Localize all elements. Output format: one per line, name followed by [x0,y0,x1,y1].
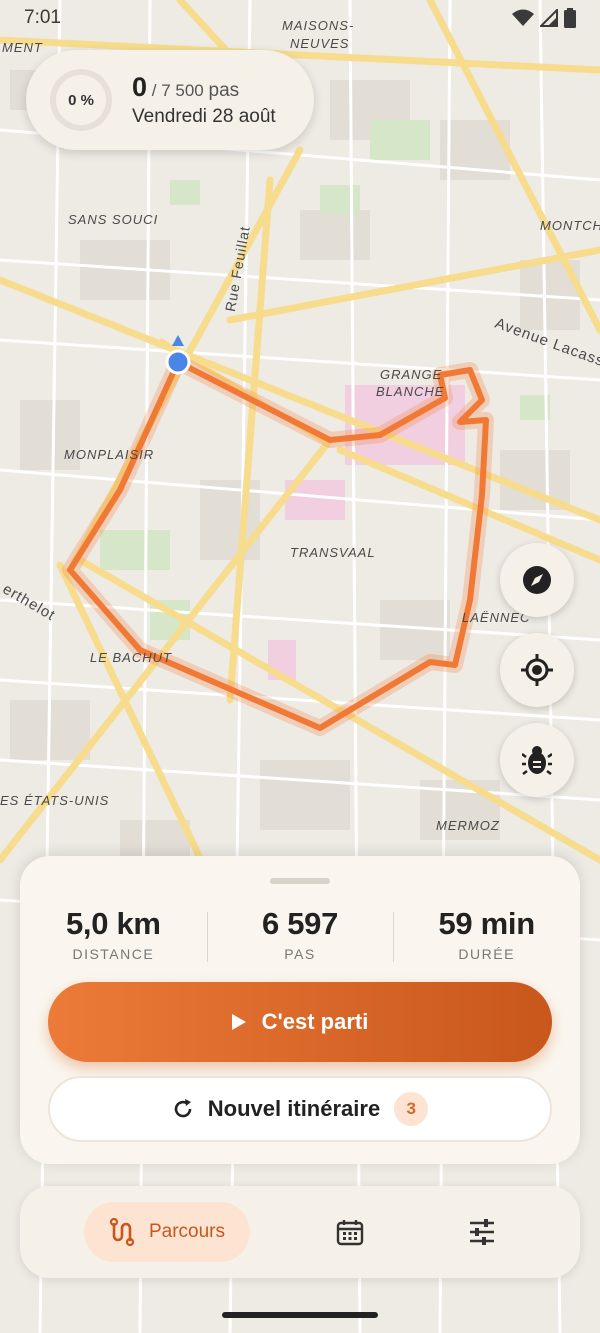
calendar-icon [336,1220,364,1246]
route-icon [109,1218,135,1246]
progress-ring: 0 % [48,67,114,133]
route-stats: 5,0 km DISTANCE 6 597 PAS 59 min DURÉE [20,906,580,962]
new-route-count-badge: 3 [394,1092,429,1126]
steps-goal: / 7 500 [151,81,204,101]
crosshair-icon [521,654,553,686]
start-button[interactable]: C'est parti [48,982,552,1062]
tab-route-label: Parcours [148,1221,226,1242]
new-route-label: Nouvel itinéraire [207,1096,381,1121]
daily-progress-card[interactable]: 0 % 0 / 7 500 pas Vendredi 28 août [26,50,314,150]
start-label: C'est parti [261,1009,369,1034]
refresh-icon [174,1099,192,1118]
sheet-handle[interactable] [270,878,330,884]
wifi-icon [512,9,534,26]
status-bar: 7:01 [0,0,600,36]
steps-value: 6 597 [261,906,339,941]
clock: 7:01 [24,7,61,28]
map-label: MONPLAISIR [64,447,155,462]
status-icons [512,8,576,28]
map-label: MENT [2,40,43,55]
bottom-navigation: Parcours [20,1186,580,1278]
map-label: GRANGE [380,367,443,382]
steps-done: 0 [132,72,148,103]
screen: MAISONS- NEUVES MENT SANS SOUCI MONTCH R… [0,0,600,1333]
play-icon [231,1014,246,1030]
steps-unit: pas [208,80,240,102]
debug-button[interactable] [500,723,574,797]
date-label: Vendredi 28 août [132,105,276,127]
map-label: ES ÉTATS-UNIS [0,793,110,808]
progress-text: 0 / 7 500 pas Vendredi 28 août [132,71,276,128]
duration-stat: 59 min DURÉE [393,906,580,962]
tab-calendar[interactable] [334,1216,366,1248]
map-label: LE BACHUT [90,650,172,665]
start-marker [165,349,191,375]
map-label: MERMOZ [436,818,500,833]
bug-icon [522,746,552,775]
steps-label: PAS [284,946,316,962]
map-label: SANS SOUCI [68,212,159,227]
locate-button[interactable] [500,633,574,707]
route-summary-sheet: 5,0 km DISTANCE 6 597 PAS 59 min DURÉE C… [20,856,580,1164]
tab-route[interactable]: Parcours [84,1202,250,1262]
map-label: MONTCH [540,218,600,233]
steps-line: 0 / 7 500 pas [132,71,276,103]
progress-percent: 0 % [68,91,94,109]
duration-label: DURÉE [458,946,515,962]
map-label: NEUVES [290,36,350,51]
distance-value: 5,0 km [65,906,161,941]
signal-icon [540,9,558,27]
map-label: BLANCHE [376,384,445,399]
home-indicator[interactable] [222,1312,378,1318]
tab-settings[interactable] [466,1216,498,1248]
sliders-icon [470,1219,494,1245]
distance-label: DISTANCE [72,946,155,962]
map-label: TRANSVAAL [290,545,376,560]
battery-icon [564,8,576,28]
steps-stat: 6 597 PAS [206,906,394,962]
compass-icon [523,566,551,594]
compass-button[interactable] [500,543,574,617]
duration-value: 59 min [438,906,535,941]
distance-stat: 5,0 km DISTANCE [20,906,207,962]
new-route-button[interactable]: Nouvel itinéraire 3 [48,1076,552,1142]
